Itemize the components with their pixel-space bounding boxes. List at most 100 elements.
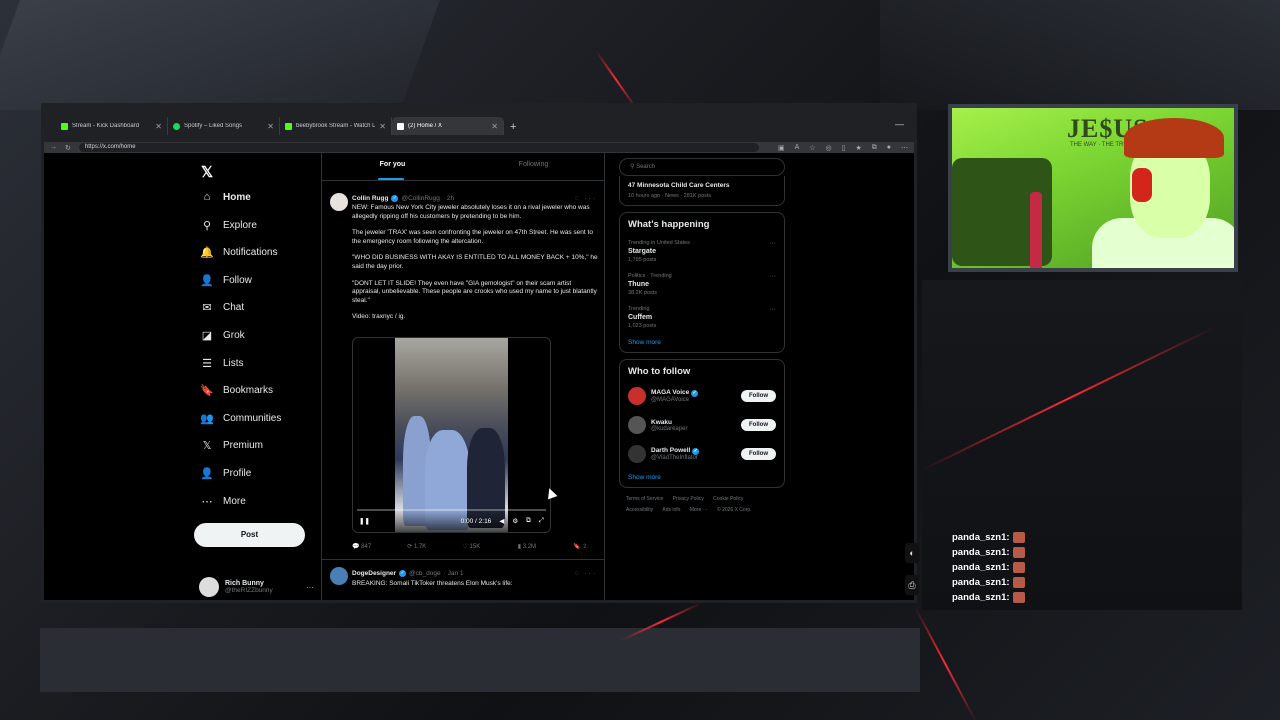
sidebar-item-lists[interactable]: ☰ Lists <box>200 357 244 370</box>
tweet-author-name[interactable]: Collin Rugg <box>352 195 388 202</box>
suggested-account[interactable]: Kwaku @kudareaper Follow <box>628 416 776 434</box>
tweet-paragraph: Video: traxnyc / ig. <box>352 313 406 321</box>
star-icon[interactable]: ☆ <box>809 144 815 152</box>
suggested-account[interactable]: MAGA Voice ✓ @MAGAVoice Follow <box>628 387 776 405</box>
avatar[interactable] <box>628 416 646 434</box>
grok-and-more-icons[interactable]: ◌ ··· <box>575 570 597 577</box>
footer-link[interactable]: Terms of Service <box>626 496 663 502</box>
suggested-account[interactable]: Darth Powell ✓ @VladTheInflator Follow <box>628 445 776 463</box>
chat-emote-icon <box>1012 562 1025 573</box>
profile-icon[interactable]: ● <box>887 144 891 152</box>
collections-icon[interactable]: ⧉ <box>872 144 877 152</box>
close-tab-icon[interactable]: ✕ <box>155 122 162 131</box>
avatar[interactable] <box>330 193 348 211</box>
show-more-link[interactable]: Show more <box>628 339 776 346</box>
whats-happening-card: What's happening Trending in United Stat… <box>619 212 785 353</box>
tweet-time[interactable]: · 2h <box>443 195 454 202</box>
reload-icon[interactable]: ↻ <box>65 144 71 152</box>
browser-tab-x[interactable]: (2) Home / X ✕ <box>392 117 504 135</box>
post-button[interactable]: Post <box>194 523 305 547</box>
views-button[interactable]: ▮ 3.2M <box>518 543 573 550</box>
volume-icon[interactable]: ◀ <box>499 517 504 525</box>
fullscreen-icon[interactable]: ⤢ <box>539 517 544 525</box>
sidebar-item-home[interactable]: ⌂ Home <box>200 191 251 203</box>
trend-item[interactable]: Trending in United States Stargate 1,795… <box>628 240 776 263</box>
account-switcher[interactable]: Rich Bunny @theRIZZbunny ··· <box>199 577 314 597</box>
footer-link[interactable]: Cookie Policy <box>713 496 743 502</box>
tweet-author-handle[interactable]: @cb_doge <box>409 570 441 577</box>
settings-icon[interactable]: ⚙ <box>512 517 518 525</box>
side-dock-button[interactable]: ⎙ <box>905 575 919 595</box>
avatar[interactable] <box>628 445 646 463</box>
timeline-tabs: For you Following <box>322 153 604 181</box>
account-handle: @VladTheInflator <box>651 455 698 461</box>
read-aloud-icon[interactable]: A <box>795 144 800 152</box>
app-icon[interactable]: ▣ <box>778 144 785 152</box>
tweet-time[interactable]: · Jan 1 <box>444 570 464 577</box>
sidebar-item-notifications[interactable]: 🔔 Notifications <box>200 246 277 259</box>
tweet[interactable]: Collin Rugg ✓ @CollinRugg · 2h ◌ ··· NEW… <box>322 183 604 560</box>
url-field[interactable]: https://x.com/home <box>78 143 759 152</box>
repost-button[interactable]: ⟳ 1.7K <box>407 543 462 550</box>
grok-icon: ◪ <box>201 330 213 342</box>
follow-button[interactable]: Follow <box>741 390 776 402</box>
pause-icon[interactable]: ❚❚ <box>359 517 370 525</box>
new-tab-icon[interactable]: + <box>510 121 516 133</box>
sidebar-item-premium[interactable]: 𝕏 Premium <box>200 439 263 452</box>
forward-icon[interactable]: → <box>50 144 57 151</box>
reply-button[interactable]: 💬 847 <box>352 543 407 550</box>
tweet-author-handle[interactable]: @CollinRugg <box>401 195 439 202</box>
browser-tab-stream[interactable]: beebybrook Stream - Watch Live o ✕ <box>280 117 392 135</box>
bookmark-share-icons[interactable]: 🔖 ⇪ <box>573 543 599 550</box>
tab-following[interactable]: Following <box>463 153 604 180</box>
pip-icon[interactable]: ⧉ <box>526 517 531 525</box>
footer-link[interactable]: Accessibility <box>626 507 653 513</box>
tweet[interactable]: DogeDesigner ✓ @cb_doge · Jan 1 ◌ ··· BR… <box>322 561 604 600</box>
close-tab-icon[interactable]: ✕ <box>267 122 274 131</box>
trend-context: Trending <box>628 306 650 312</box>
sidebar-item-bookmarks[interactable]: 🔖 Bookmarks <box>200 384 273 397</box>
trend-item[interactable]: Politics · Trending Thune 38.2K posts ··… <box>628 273 776 296</box>
close-tab-icon[interactable]: ✕ <box>491 122 498 131</box>
browser-tab-kick[interactable]: Stream - Kick Dashboard ✕ <box>56 117 168 135</box>
tweet-author-name[interactable]: DogeDesigner <box>352 570 396 577</box>
right-sidebar: ⚲ Search 47 Minnesota Child Care Centers… <box>619 153 785 516</box>
browser-tab-spotify[interactable]: Spotify – Liked Songs ✕ <box>168 117 280 135</box>
search-input[interactable]: ⚲ Search <box>619 158 785 176</box>
news-card[interactable]: 47 Minnesota Child Care Centers 10 hours… <box>619 176 785 206</box>
extension-icon[interactable]: ◎ <box>826 144 832 152</box>
close-tab-icon[interactable]: ✕ <box>379 122 386 131</box>
sidebar-item-follow[interactable]: 👤 Follow <box>200 274 252 287</box>
trend-item[interactable]: Trending Cuffem 1,023 posts ··· <box>628 306 776 329</box>
avatar[interactable] <box>628 387 646 405</box>
menu-icon[interactable]: ⋯ <box>901 144 908 152</box>
side-dock-button[interactable]: ◐ <box>905 543 919 563</box>
follow-button[interactable]: Follow <box>741 448 776 460</box>
split-screen-icon[interactable]: ▯ <box>842 144 846 152</box>
x-page: 𝕏 ⌂ Home ⚲ Explore 🔔 Notifications 👤 Follow ✉ Cha… <box>44 153 914 600</box>
footer-link[interactable]: Privacy Policy <box>673 496 704 502</box>
footer-link[interactable]: More ··· <box>690 507 708 513</box>
favorites-icon[interactable]: ★ <box>855 144 861 152</box>
sidebar-item-profile[interactable]: 👤 Profile <box>200 467 251 480</box>
video-player[interactable]: ❚❚ 0:00 / 2:16 ◀ ⚙ ⧉ ⤢ <box>352 337 551 533</box>
avatar[interactable] <box>330 567 348 585</box>
follow-button[interactable]: Follow <box>741 419 776 431</box>
more-dots-icon[interactable]: ··· <box>306 583 314 592</box>
sidebar-item-more[interactable]: ⋯ More <box>200 495 246 508</box>
sidebar-item-communities[interactable]: 👥 Communities <box>200 412 281 425</box>
tab-for-you[interactable]: For you <box>322 153 463 180</box>
more-dots-icon[interactable]: ··· <box>769 240 776 247</box>
chat-emote-icon <box>1012 547 1025 558</box>
sidebar-item-explore[interactable]: ⚲ Explore <box>200 219 257 232</box>
footer-link[interactable]: Ads info <box>662 507 680 513</box>
grok-and-more-icons[interactable]: ◌ ··· <box>575 195 597 202</box>
like-button[interactable]: ♡ 15K <box>463 543 518 550</box>
x-logo-icon[interactable]: 𝕏 <box>201 163 213 181</box>
more-dots-icon[interactable]: ··· <box>769 273 776 280</box>
sidebar-item-chat[interactable]: ✉ Chat <box>200 301 244 314</box>
more-dots-icon[interactable]: ··· <box>769 306 776 313</box>
show-more-link[interactable]: Show more <box>628 474 776 481</box>
minimize-icon[interactable]: — <box>895 119 904 129</box>
sidebar-item-grok[interactable]: ◪ Grok <box>200 329 245 342</box>
